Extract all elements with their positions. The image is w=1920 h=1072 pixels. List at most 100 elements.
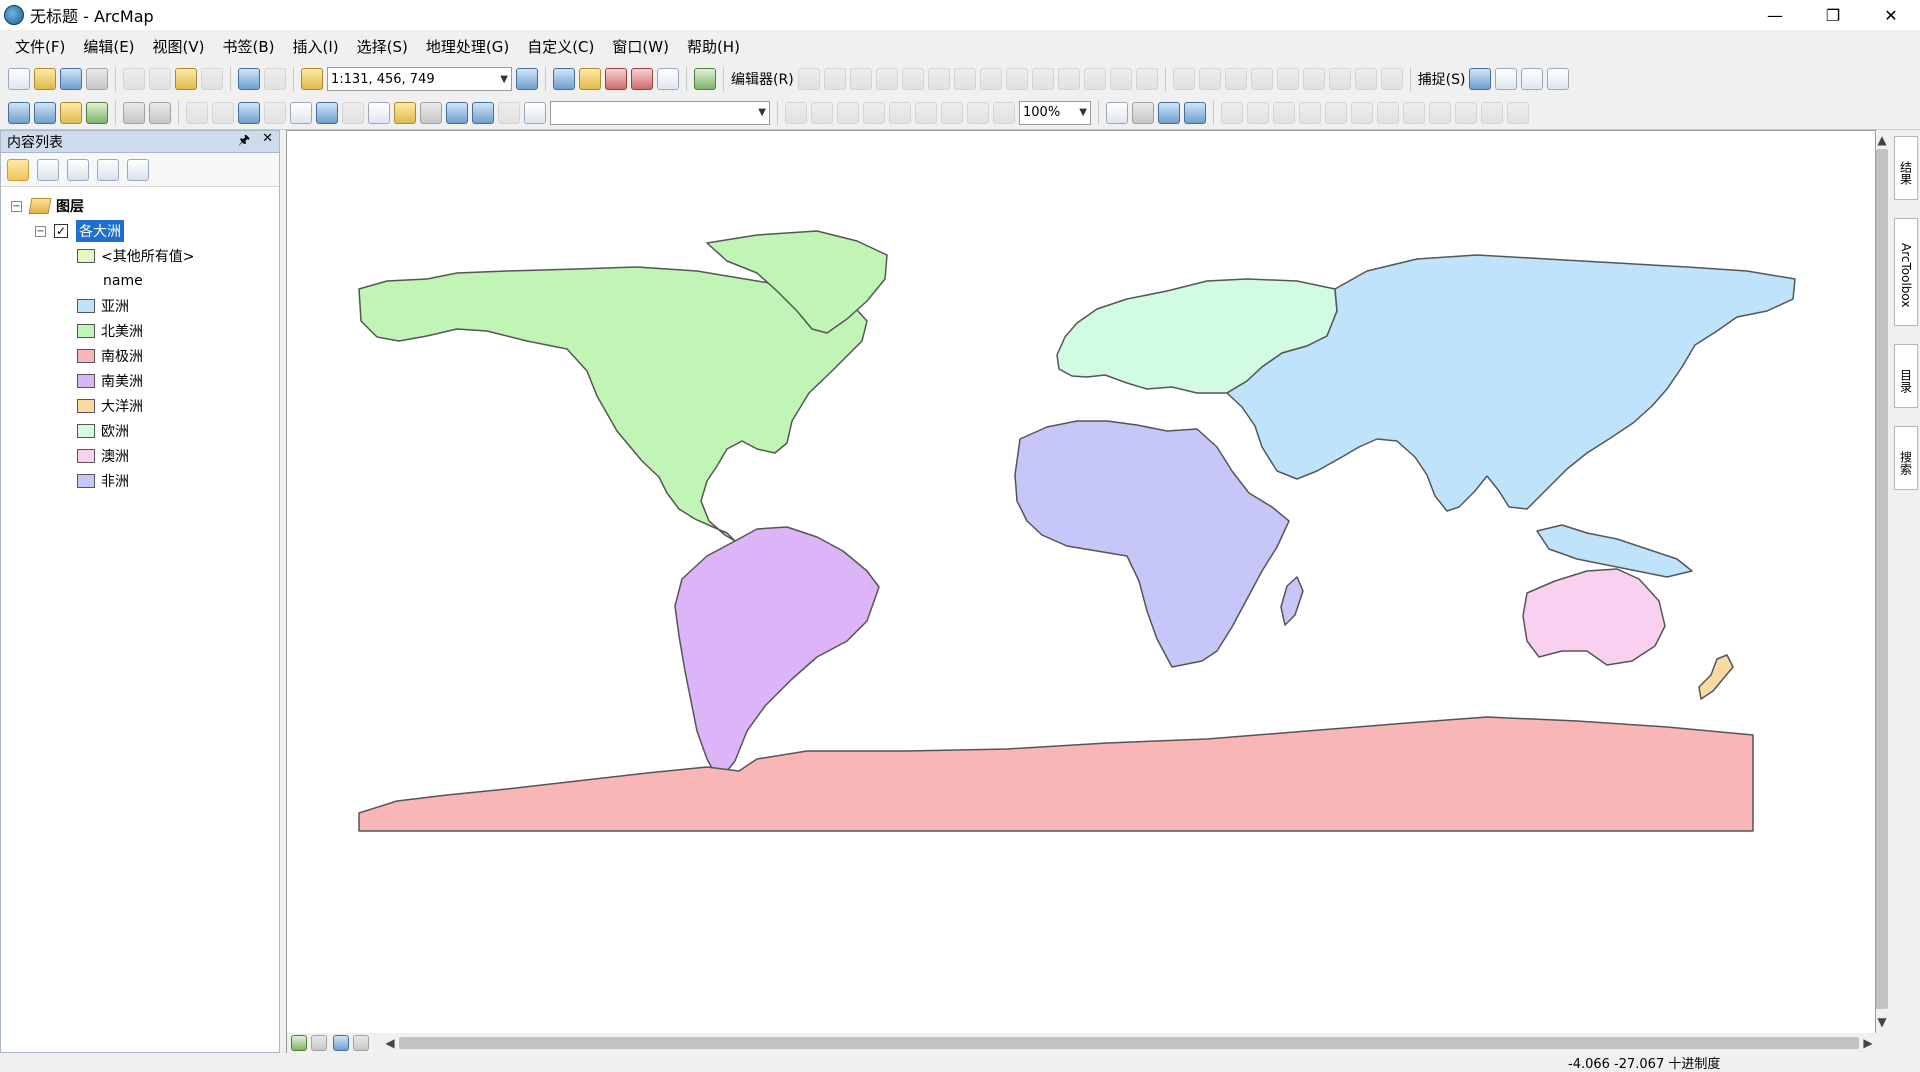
menu-insert[interactable]: 插入(I) (284, 36, 348, 57)
tab-arctoolbox[interactable]: ArcToolbox (1894, 218, 1918, 326)
fixed-layout-zoom-out-icon[interactable] (941, 101, 963, 124)
toggle-draft-mode-icon[interactable] (1106, 101, 1128, 124)
draw-rectangle-icon[interactable] (1221, 101, 1243, 124)
menu-customize[interactable]: 自定义(C) (518, 36, 603, 57)
select-elements-arrow-icon[interactable] (290, 101, 312, 124)
catalog-window-icon[interactable] (579, 68, 601, 90)
vertex-snapping-icon[interactable] (1521, 68, 1544, 90)
list-by-drawing-order-icon[interactable] (7, 158, 29, 181)
zoom-out-icon[interactable] (34, 101, 56, 124)
continent-oceania-new-zealand[interactable] (1698, 654, 1734, 700)
minimize-button[interactable]: — (1746, 0, 1804, 30)
rotate-icon[interactable] (1057, 68, 1080, 90)
restore-button[interactable]: ❐ (1804, 0, 1862, 30)
draw-fill-icon[interactable] (1377, 101, 1399, 124)
layer-select-combo[interactable]: ▼ (550, 100, 770, 125)
menu-file[interactable]: 文件(F) (6, 36, 74, 57)
zoom-in-icon[interactable] (8, 101, 30, 124)
straight-segment-icon[interactable] (849, 68, 872, 90)
error-inspector-icon[interactable] (1328, 68, 1351, 90)
map-scale-combo[interactable]: 1:131, 456, 749 ▼ (327, 67, 512, 91)
undo-icon[interactable] (238, 68, 260, 90)
pan-hand-icon[interactable] (60, 101, 82, 124)
open-folder-icon[interactable] (34, 68, 56, 90)
identify-icon[interactable] (316, 101, 338, 124)
menu-selection[interactable]: 选择(S) (348, 36, 417, 57)
copy-icon[interactable] (149, 68, 171, 90)
menu-windows[interactable]: 窗口(W) (603, 36, 678, 57)
zoom-100-icon[interactable] (889, 101, 911, 124)
clear-selection-icon[interactable] (264, 101, 286, 124)
layer-visibility-checkbox[interactable]: ✓ (54, 224, 68, 238)
draw-rotate-icon[interactable] (1507, 101, 1529, 124)
georeferencing-icon[interactable] (1172, 68, 1195, 90)
legend-item[interactable]: 南美洲 (77, 370, 143, 392)
tree-layer-continents[interactable]: − ✓ 各大洲 (35, 220, 124, 242)
scroll-down-arrow-icon[interactable]: ▼ (1873, 1015, 1891, 1029)
draw-font-icon[interactable] (1351, 101, 1373, 124)
layout-pan-icon[interactable] (837, 101, 859, 124)
redo-icon[interactable] (264, 68, 286, 90)
draw-line-icon[interactable] (1247, 101, 1269, 124)
pause-drawing-icon[interactable] (353, 1035, 369, 1051)
trace-icon[interactable] (901, 68, 924, 90)
map-display[interactable]: ▲ ▼ ◀ ▶ (286, 130, 1888, 1053)
tab-results[interactable]: 结果 (1894, 136, 1918, 200)
fixed-zoom-in-icon[interactable] (123, 101, 145, 124)
scroll-left-arrow-icon[interactable]: ◀ (381, 1036, 399, 1050)
layout-view-icon[interactable] (311, 1035, 327, 1051)
back-arrow-icon[interactable] (186, 101, 208, 124)
delete-icon[interactable] (201, 68, 223, 90)
menu-view[interactable]: 视图(V) (144, 36, 214, 57)
end-snapping-icon[interactable] (1495, 68, 1518, 90)
legend-other-values[interactable]: <其他所有值> (77, 245, 194, 267)
data-view-icon[interactable] (291, 1035, 307, 1051)
validate-icon[interactable] (1276, 68, 1299, 90)
cut-icon[interactable] (123, 68, 145, 90)
topology-icon[interactable] (1198, 68, 1221, 90)
snapping-menu[interactable]: 捕捉(S) (1418, 69, 1466, 89)
find-binoculars-icon[interactable] (420, 101, 442, 124)
find-route-icon[interactable] (446, 101, 468, 124)
print-icon[interactable] (86, 68, 108, 90)
split-icon[interactable] (1031, 68, 1054, 90)
collapse-icon[interactable]: − (11, 200, 22, 212)
time-slider-icon[interactable] (498, 101, 520, 124)
new-document-icon[interactable] (8, 68, 30, 90)
draw-outline-icon[interactable] (1403, 101, 1425, 124)
arctoolbox-icon[interactable] (631, 68, 653, 90)
draw-text-icon[interactable] (1273, 101, 1295, 124)
continent-australia[interactable] (1522, 568, 1666, 666)
advanced-edit-icon[interactable] (1380, 68, 1403, 90)
legend-item[interactable]: 大洋洲 (77, 395, 143, 417)
create-features-icon[interactable] (1135, 68, 1158, 90)
continent-south-america[interactable] (674, 526, 880, 782)
menu-geoprocessing[interactable]: 地理处理(G) (417, 36, 518, 57)
html-popup-icon[interactable] (368, 101, 390, 124)
fix-topology-icon[interactable] (1302, 68, 1325, 90)
edge-snapping-icon[interactable] (1547, 68, 1570, 90)
change-layout-icon[interactable] (1158, 101, 1180, 124)
collapse-icon[interactable]: − (35, 225, 46, 237)
zoom-percent-combo[interactable]: 100% ▼ (1019, 100, 1091, 125)
layout-zoom-in-icon[interactable] (785, 101, 807, 124)
tab-search[interactable]: 搜索 (1894, 426, 1918, 490)
fixed-layout-zoom-in-icon[interactable] (915, 101, 937, 124)
list-by-selection-icon[interactable] (97, 158, 119, 181)
tab-catalog[interactable]: 目录 (1894, 344, 1918, 408)
reshape-icon[interactable] (979, 68, 1002, 90)
vertical-scroll-thumb[interactable] (1876, 149, 1888, 1009)
table-of-contents-icon[interactable] (553, 68, 575, 90)
measure-icon[interactable] (394, 101, 416, 124)
edit-tool-icon[interactable] (797, 68, 820, 90)
fixed-zoom-out-icon[interactable] (149, 101, 171, 124)
cut-polygons-icon[interactable] (1005, 68, 1028, 90)
hyperlink-icon[interactable] (342, 101, 364, 124)
pin-icon[interactable]: 🖈 (238, 131, 250, 153)
menu-help[interactable]: 帮助(H) (678, 36, 749, 57)
next-extent-icon[interactable] (993, 101, 1015, 124)
layout-zoom-out-icon[interactable] (811, 101, 833, 124)
legend-item[interactable]: 欧洲 (77, 420, 129, 442)
select-features-icon[interactable] (238, 101, 260, 124)
continent-madagascar[interactable] (1280, 576, 1304, 626)
